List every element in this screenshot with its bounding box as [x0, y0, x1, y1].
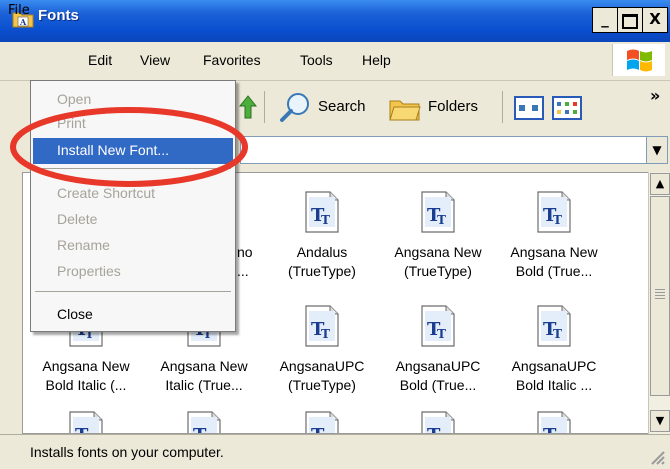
font-item-partial-icon[interactable]: TT [187, 411, 221, 433]
menu-item-close[interactable]: Close [33, 302, 233, 328]
maximize-icon [622, 14, 638, 29]
vertical-scrollbar[interactable]: ▲ ▼ [648, 172, 670, 434]
truetype-font-file-icon: TT [421, 305, 455, 347]
truetype-font-file-icon: TT [69, 411, 103, 433]
up-folder-icon[interactable] [236, 92, 260, 122]
file-menu-dropdown: Open Print Install New Font... Create Sh… [30, 80, 236, 332]
dropdown-arrow-icon: ▼ [652, 143, 662, 157]
font-item-partial-icon[interactable]: TT [421, 411, 455, 433]
font-item-partial-icon[interactable]: TT [69, 411, 103, 433]
minimize-button[interactable]: _ [592, 7, 618, 33]
menu-item-install-new-font[interactable]: Install New Font... [33, 138, 233, 164]
fonts-window: A Fonts _ X File Edit View Favorites Too… [0, 0, 670, 469]
svg-text:T: T [553, 327, 562, 341]
font-item-partial-icon[interactable]: TT [305, 411, 339, 433]
search-button[interactable]: Search [272, 91, 376, 123]
svg-text:T: T [437, 327, 446, 341]
folders-label: Folders [428, 98, 479, 115]
truetype-font-file-icon: TT [187, 411, 221, 433]
menu-item-delete[interactable]: Delete [33, 207, 233, 233]
truetype-font-file-icon: TT [421, 191, 455, 233]
svg-text:T: T [437, 213, 446, 227]
truetype-font-file-icon: TT [421, 411, 455, 433]
list-view-icon[interactable] [552, 96, 582, 120]
large-icons-view-icon[interactable] [514, 96, 544, 120]
search-label: Search [318, 98, 366, 115]
menu-item-open[interactable]: Open [33, 87, 233, 113]
font-item-name: AngsanaUPC Bold (True... [395, 358, 481, 393]
menu-item-properties[interactable]: Properties [33, 259, 233, 285]
svg-text:T: T [553, 213, 562, 227]
menu-separator [35, 168, 231, 169]
close-button[interactable]: X [642, 7, 668, 33]
svg-text:T: T [321, 327, 330, 341]
font-item-name: Angsana New Bold (True... [510, 244, 598, 279]
truetype-font-file-icon: TT [537, 305, 571, 347]
font-item[interactable]: T T Angsana New (TrueType) [379, 183, 497, 293]
maximize-button[interactable] [617, 7, 643, 33]
font-item-name: Angsana New Bold Italic (... [42, 358, 130, 393]
address-dropdown-button[interactable]: ▼ [646, 136, 668, 164]
windows-flag-icon [627, 49, 652, 72]
font-item[interactable]: T T Angsana New Bold (True... [495, 183, 613, 293]
menu-view[interactable]: View [140, 52, 170, 68]
font-item-name: AngsanaUPC Bold Italic ... [511, 358, 597, 393]
font-item-name: Angsana New (TrueType) [394, 244, 482, 279]
truetype-font-file-icon: TT [305, 411, 339, 433]
menu-help[interactable]: Help [362, 52, 391, 68]
font-item-name: Angsana New Italic (True... [160, 358, 248, 393]
font-item-name: AngsanaUPC (TrueType) [279, 358, 365, 393]
folders-icon [389, 100, 421, 121]
toolbar-overflow-chevron[interactable]: » [650, 86, 660, 105]
truetype-font-file-icon: TT [305, 191, 339, 233]
resize-grip-icon[interactable] [646, 448, 666, 466]
windows-logo [612, 44, 665, 76]
menu-item-rename[interactable]: Rename [33, 233, 233, 259]
svg-text:T: T [321, 213, 330, 227]
menu-separator [35, 291, 231, 292]
toolbar-separator [264, 91, 265, 123]
scroll-down-button[interactable]: ▼ [650, 410, 670, 432]
font-item-name-partial: no... [237, 244, 253, 279]
search-icon [280, 93, 309, 122]
font-item[interactable]: T T AngsanaUPC Bold (True... [379, 297, 497, 407]
menu-item-print[interactable]: Print [33, 111, 233, 137]
truetype-font-file-icon: TT [305, 305, 339, 347]
status-bar: Installs fonts on your computer. [0, 434, 670, 469]
menu-tools[interactable]: Tools [300, 52, 333, 68]
window-title: Fonts [38, 7, 79, 24]
title-bar[interactable]: A Fonts _ X [0, 0, 670, 42]
font-item[interactable]: T T Andalus (TrueType) [263, 183, 381, 293]
menu-edit[interactable]: Edit [88, 52, 112, 68]
font-item[interactable]: T T AngsanaUPC (TrueType) [263, 297, 381, 407]
font-item[interactable]: T T AngsanaUPC Bold Italic ... [495, 297, 613, 407]
address-field[interactable] [240, 136, 648, 164]
truetype-font-file-icon: TT [537, 191, 571, 233]
toolbar-separator [502, 91, 503, 123]
svg-text:A: A [19, 17, 27, 27]
menu-item-create-shortcut[interactable]: Create Shortcut [33, 181, 233, 207]
font-item-partial-icon[interactable]: TT [537, 411, 571, 433]
scroll-thumb[interactable] [650, 196, 670, 396]
truetype-font-file-icon: TT [537, 411, 571, 433]
menu-favorites[interactable]: Favorites [203, 52, 261, 68]
scroll-up-button[interactable]: ▲ [650, 173, 670, 195]
font-item-name: Andalus (TrueType) [288, 244, 356, 279]
status-text: Installs fonts on your computer. [30, 444, 224, 460]
folders-button[interactable]: Folders [384, 91, 494, 123]
